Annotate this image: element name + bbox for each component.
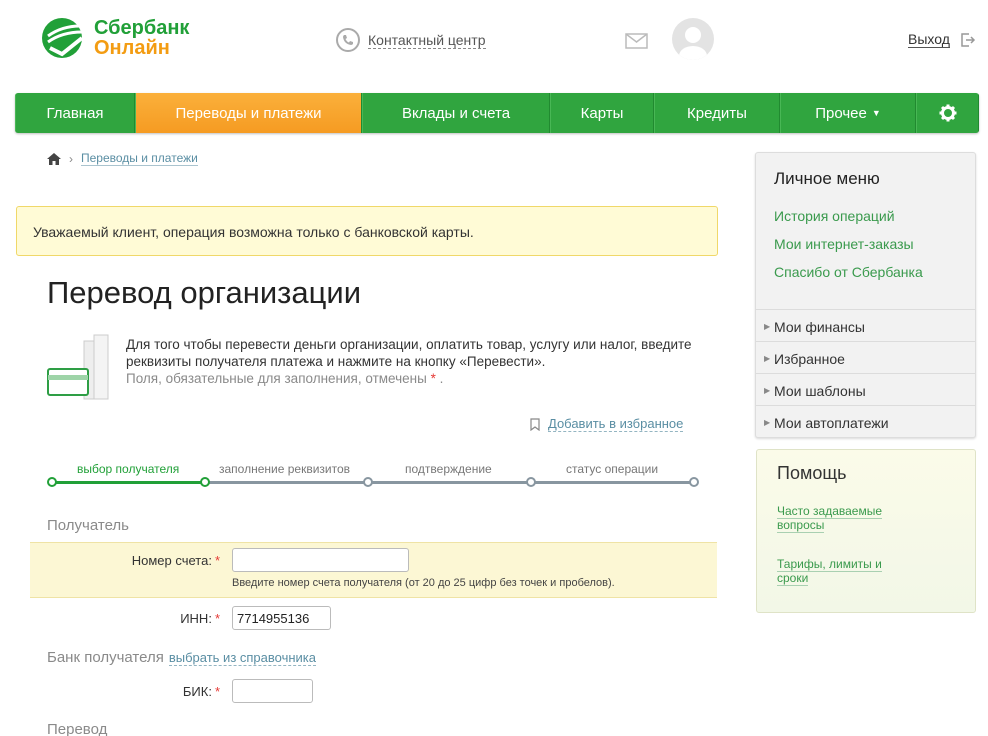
brand-subname: Онлайн <box>94 37 170 59</box>
nav-label: Переводы и платежи <box>175 104 322 122</box>
step-dot-2 <box>363 477 373 487</box>
nav-item-transfers[interactable]: Переводы и платежи <box>135 93 362 133</box>
personal-menu-title: Личное меню <box>774 169 880 188</box>
add-to-favorites-label[interactable]: Добавить в избранное <box>548 417 684 432</box>
intro-description: Для того чтобы перевести деньги организа… <box>126 337 692 369</box>
nav-label: Вклады и счета <box>401 104 511 122</box>
logout-icon[interactable] <box>960 32 976 48</box>
faq-label[interactable]: Часто задаваемые вопросы <box>777 504 883 533</box>
inn-input[interactable] <box>232 606 331 630</box>
sidebar-item-label: Мои шаблоны <box>774 383 866 399</box>
help-panel: Помощь Часто задаваемые вопросы Тарифы, … <box>756 449 976 613</box>
step-dot-1 <box>200 477 210 487</box>
user-avatar[interactable] <box>672 18 714 60</box>
chevron-right-icon: › <box>69 152 73 166</box>
help-title: Помощь <box>777 463 847 483</box>
sberbank-logo[interactable]: Сбербанк Онлайн <box>40 16 189 60</box>
bank-section-label: Банк получателя <box>47 649 164 666</box>
bik-label: БИК: * <box>100 684 220 699</box>
step-line-pending <box>205 481 695 484</box>
breadcrumb-link-transfers[interactable]: Переводы и платежи <box>81 152 198 166</box>
required-star: * <box>214 553 220 568</box>
nav-item-other[interactable]: Прочее ▼ <box>780 93 916 133</box>
nav-label: Главная <box>46 104 104 122</box>
transfer-section-title: Перевод <box>47 721 108 736</box>
faq-link[interactable]: Часто задаваемые вопросы <box>777 504 907 533</box>
nav-label: Карты <box>580 104 624 122</box>
tariffs-link[interactable]: Тарифы, лимиты и сроки <box>777 557 907 586</box>
nav-label: Прочее <box>815 104 867 122</box>
required-star: * <box>214 684 220 699</box>
required-fields-hint: Поля, обязательные для заполнения, отмеч… <box>126 370 696 387</box>
phone-icon <box>336 28 360 52</box>
personal-menu: Личное меню История операций Мои интерне… <box>755 152 976 438</box>
nav-label: Кредиты <box>687 104 747 122</box>
step-label-recipient: выбор получателя <box>77 462 180 476</box>
nav-item-settings[interactable] <box>916 93 979 133</box>
required-hint-text: Поля, обязательные для заполнения, отмеч… <box>126 371 427 386</box>
step-label-details: заполнение реквизитов <box>219 462 351 476</box>
bik-input[interactable] <box>232 679 313 703</box>
contact-center-label[interactable]: Контактный центр <box>368 32 486 49</box>
account-label-text: Номер счета: <box>131 553 212 568</box>
chevron-right-icon: ▶ <box>764 322 771 331</box>
alert-text: Уважаемый клиент, операция возможна толь… <box>33 224 474 240</box>
choose-from-directory-link[interactable]: выбрать из справочника <box>168 650 317 666</box>
inn-label: ИНН: * <box>100 611 220 626</box>
progress-steps: выбор получателя заполнение реквизитов п… <box>47 462 699 492</box>
tariffs-label[interactable]: Тарифы, лимиты и сроки <box>777 557 882 586</box>
sidebar-item-autopayments[interactable]: ▶ Мои автоплатежи <box>756 405 975 437</box>
home-icon[interactable] <box>47 153 61 165</box>
step-dot-end <box>689 477 699 487</box>
account-label: Номер счета: * <box>100 553 220 568</box>
chevron-right-icon: ▶ <box>764 418 771 427</box>
sberbank-logo-icon <box>42 18 84 58</box>
bik-label-text: БИК: <box>182 684 212 699</box>
card-only-alert: Уважаемый клиент, операция возможна толь… <box>16 206 718 256</box>
logout-link[interactable]: Выход <box>908 32 976 48</box>
operations-history-link[interactable]: История операций <box>774 208 895 224</box>
avatar-icon <box>679 27 707 60</box>
step-line-done <box>51 481 205 484</box>
organization-building-icon <box>47 334 109 400</box>
logout-label[interactable]: Выход <box>908 32 950 48</box>
nav-item-credits[interactable]: Кредиты <box>654 93 780 133</box>
sidebar-item-label: Мои финансы <box>774 319 865 335</box>
sidebar-item-favorites[interactable]: ▶ Избранное <box>756 341 975 373</box>
sidebar-item-templates[interactable]: ▶ Мои шаблоны <box>756 373 975 405</box>
sidebar-item-label: Избранное <box>774 351 845 367</box>
add-to-favorites-link[interactable]: Добавить в избранное <box>530 417 684 432</box>
nav-item-cards[interactable]: Карты <box>550 93 654 133</box>
mail-icon[interactable] <box>625 33 648 49</box>
intro-text: Для того чтобы перевести деньги организа… <box>126 336 696 387</box>
bank-section-title: Банк получателя выбрать из справочника <box>47 649 317 666</box>
required-star: * <box>214 611 220 626</box>
sidebar-item-label: Мои автоплатежи <box>774 415 889 431</box>
step-dot-3 <box>526 477 536 487</box>
bookmark-icon <box>530 418 540 431</box>
step-dot-start <box>47 477 57 487</box>
recipient-section-title: Получатель <box>47 517 129 534</box>
step-label-confirm: подтверждение <box>405 462 492 476</box>
brand-name: Сбербанк <box>94 17 190 39</box>
sidebar-item-finances[interactable]: ▶ Мои финансы <box>756 309 975 341</box>
spasibo-link[interactable]: Спасибо от Сбербанка <box>774 264 923 280</box>
chevron-right-icon: ▶ <box>764 354 771 363</box>
required-star: * <box>430 371 436 386</box>
step-label-status: статус операции <box>566 462 659 476</box>
contact-center-link[interactable]: Контактный центр <box>336 28 486 52</box>
internet-orders-link[interactable]: Мои интернет-заказы <box>774 236 914 252</box>
page-title: Перевод организации <box>47 275 362 310</box>
main-nav: Главная Переводы и платежи Вклады и счет… <box>15 93 979 133</box>
account-hint: Введите номер счета получателя (от 20 до… <box>232 577 615 589</box>
gear-icon <box>939 104 956 122</box>
inn-label-text: ИНН: <box>180 611 212 626</box>
breadcrumb: › Переводы и платежи <box>47 152 198 166</box>
account-number-input[interactable] <box>232 548 409 572</box>
chevron-right-icon: ▶ <box>764 386 771 395</box>
required-hint-dot: . <box>439 371 444 386</box>
nav-item-deposits[interactable]: Вклады и счета <box>362 93 550 133</box>
chevron-down-icon: ▼ <box>871 108 881 118</box>
nav-item-home[interactable]: Главная <box>15 93 135 133</box>
